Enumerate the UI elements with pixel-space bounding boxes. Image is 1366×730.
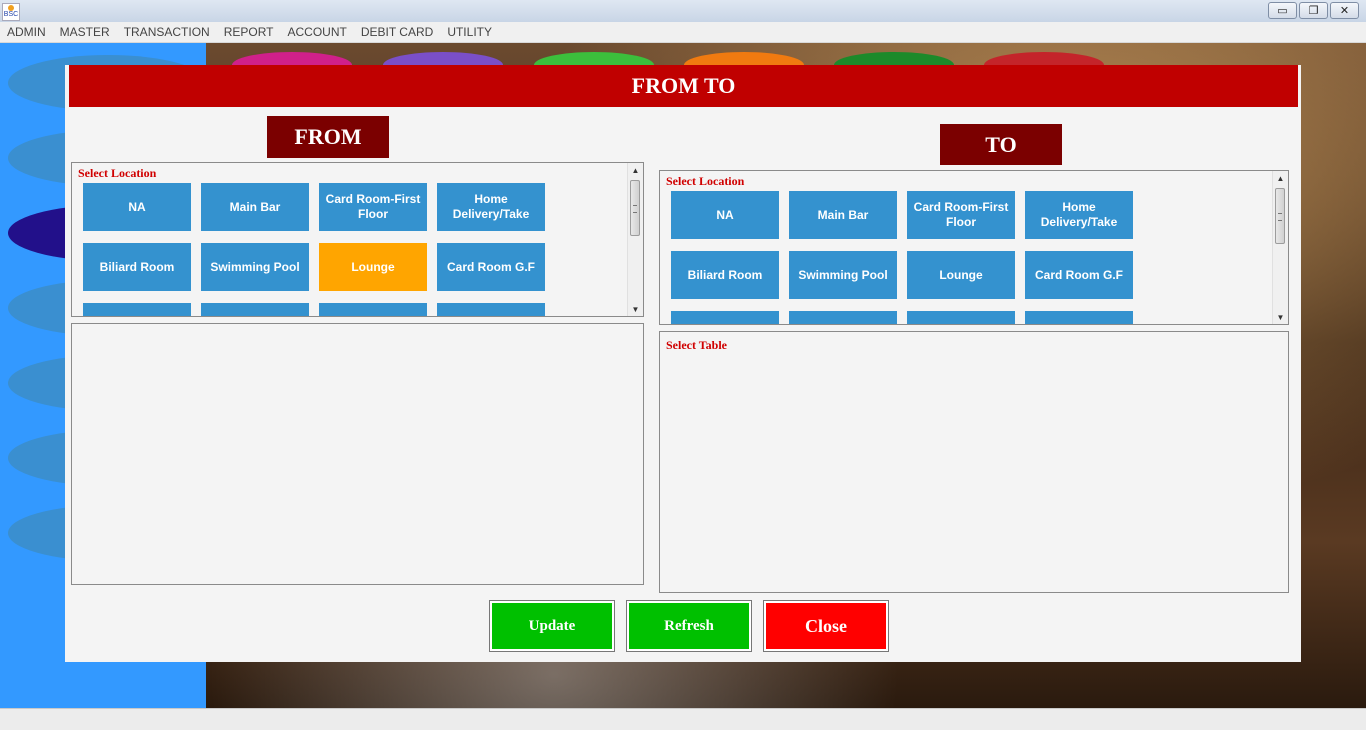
to-location-more[interactable] — [671, 311, 779, 324]
scroll-down-icon[interactable]: ▼ — [1273, 310, 1288, 324]
menu-debit-card[interactable]: DEBIT CARD — [354, 22, 440, 42]
menu-admin[interactable]: ADMIN — [0, 22, 53, 42]
menu-master[interactable]: MASTER — [53, 22, 117, 42]
from-location-more[interactable] — [319, 303, 427, 316]
close-button[interactable]: Close — [763, 600, 889, 652]
from-location-card-room-first-floor[interactable]: Card Room-First Floor — [319, 183, 427, 231]
close-icon: ✕ — [1339, 5, 1350, 17]
to-location-card-room-first-floor[interactable]: Card Room-First Floor — [907, 191, 1015, 239]
restore-icon: ❐ — [1308, 5, 1319, 17]
to-location-swimming-pool[interactable]: Swimming Pool — [789, 251, 897, 299]
from-location-more[interactable] — [83, 303, 191, 316]
from-location-more[interactable] — [437, 303, 545, 316]
menu-report[interactable]: REPORT — [217, 22, 281, 42]
from-table-panel — [71, 323, 644, 585]
from-location-scrollbar[interactable]: ▲ ▼ — [627, 163, 643, 316]
to-table-title: Select Table — [666, 338, 728, 352]
menu-transaction[interactable]: TRANSACTION — [117, 22, 217, 42]
to-location-more[interactable] — [789, 311, 897, 324]
scroll-down-icon[interactable]: ▼ — [628, 302, 643, 316]
to-label: TO — [940, 124, 1062, 165]
restore-button[interactable]: ❐ — [1299, 2, 1328, 19]
update-button[interactable]: Update — [489, 600, 615, 652]
dialog-title: FROM TO — [69, 65, 1298, 107]
from-location-main-bar[interactable]: Main Bar — [201, 183, 309, 231]
to-location-scrollbar[interactable]: ▲ ▼ — [1272, 171, 1288, 324]
minimize-button[interactable]: ▭ — [1268, 2, 1297, 19]
app-icon: BSC — [2, 3, 20, 21]
from-location-more[interactable] — [201, 303, 309, 316]
scroll-thumb[interactable] — [630, 180, 640, 236]
from-location-panel: Select Location NA Main Bar Card Room-Fi… — [71, 162, 644, 317]
status-bar — [0, 708, 1366, 730]
scroll-up-icon[interactable]: ▲ — [1273, 171, 1288, 185]
from-location-title: Select Location — [78, 166, 157, 180]
close-label: Close — [766, 603, 886, 649]
from-location-card-room-gf[interactable]: Card Room G.F — [437, 243, 545, 291]
refresh-button[interactable]: Refresh — [626, 600, 752, 652]
to-location-na[interactable]: NA — [671, 191, 779, 239]
scroll-thumb[interactable] — [1275, 188, 1285, 244]
from-to-dialog: FROM TO FROM TO Select Location NA Main … — [65, 65, 1301, 662]
to-location-biliard-room[interactable]: Biliard Room — [671, 251, 779, 299]
to-location-title: Select Location — [666, 174, 745, 188]
to-location-card-room-gf[interactable]: Card Room G.F — [1025, 251, 1133, 299]
to-location-main-bar[interactable]: Main Bar — [789, 191, 897, 239]
to-table-panel: Select Table — [659, 331, 1289, 593]
menu-bar: ADMIN MASTER TRANSACTION REPORT ACCOUNT DEBIT… — [0, 22, 1366, 43]
menu-utility[interactable]: UTILITY — [440, 22, 499, 42]
to-location-more[interactable] — [907, 311, 1015, 324]
to-location-home-delivery[interactable]: Home Delivery/Take — [1025, 191, 1133, 239]
from-location-swimming-pool[interactable]: Swimming Pool — [201, 243, 309, 291]
update-label: Update — [492, 603, 612, 649]
from-location-lounge[interactable]: Lounge — [319, 243, 427, 291]
close-window-button[interactable]: ✕ — [1330, 2, 1359, 19]
from-location-na[interactable]: NA — [83, 183, 191, 231]
from-location-biliard-room[interactable]: Biliard Room — [83, 243, 191, 291]
scroll-up-icon[interactable]: ▲ — [628, 163, 643, 177]
menu-account[interactable]: ACCOUNT — [281, 22, 354, 42]
from-location-home-delivery[interactable]: Home Delivery/Take — [437, 183, 545, 231]
to-location-more[interactable] — [1025, 311, 1133, 324]
title-bar: BSC ▭ ❐ ✕ — [0, 0, 1366, 23]
to-location-lounge[interactable]: Lounge — [907, 251, 1015, 299]
refresh-label: Refresh — [629, 603, 749, 649]
to-location-panel: Select Location NA Main Bar Card Room-Fi… — [659, 170, 1289, 325]
minimize-icon: ▭ — [1277, 5, 1288, 17]
from-label: FROM — [267, 116, 389, 158]
